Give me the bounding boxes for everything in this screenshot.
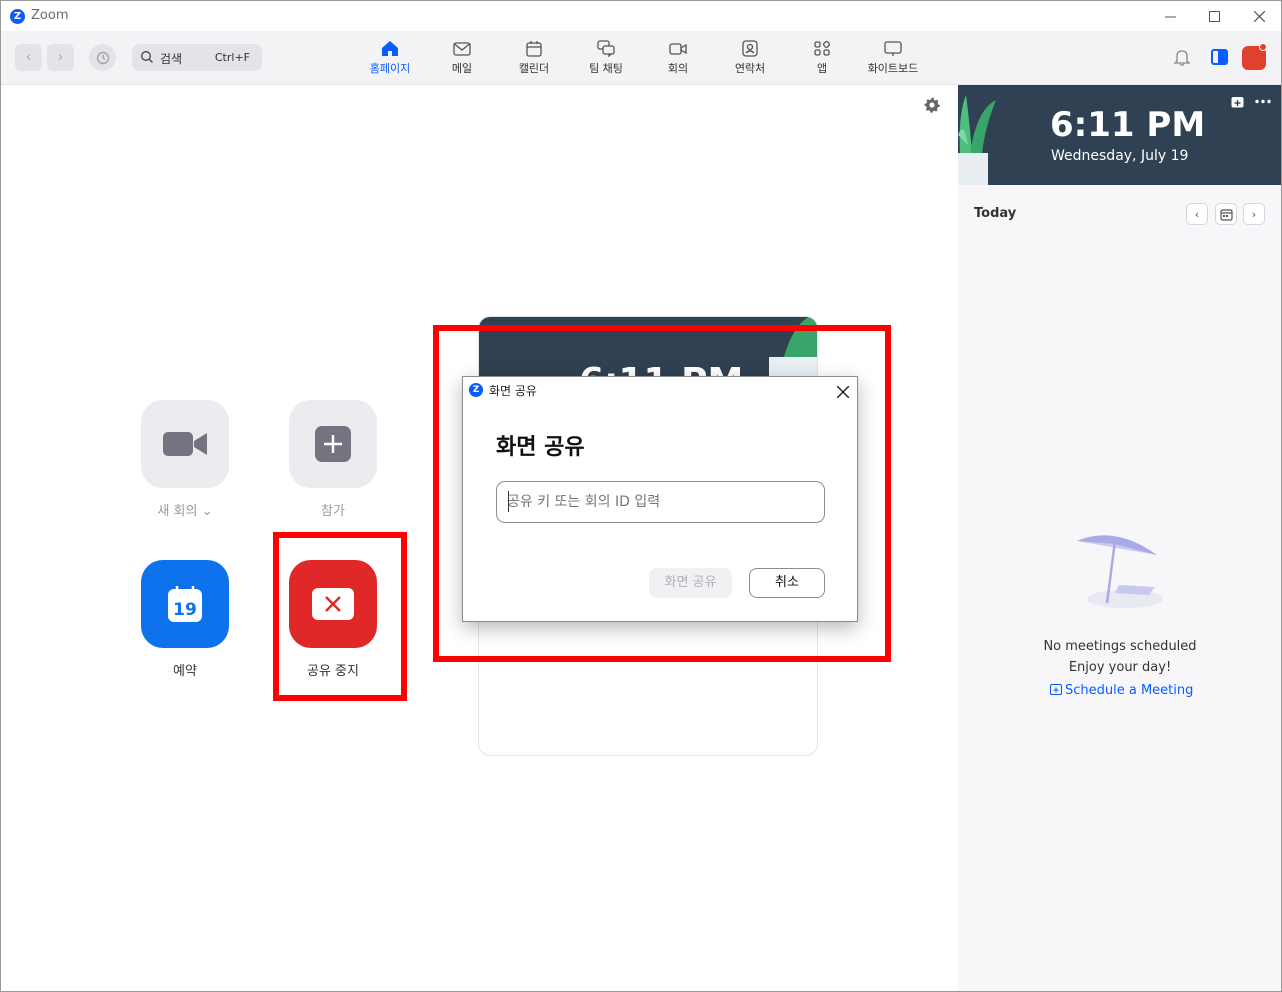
gear-icon[interactable] bbox=[923, 96, 941, 114]
chat-icon bbox=[597, 40, 615, 57]
tab-home[interactable]: 홈페이지 bbox=[360, 40, 420, 80]
close-icon bbox=[836, 385, 850, 399]
add-calendar-icon[interactable] bbox=[1231, 95, 1244, 108]
new-meeting-button[interactable]: 새 회의 ⌄ bbox=[141, 400, 229, 519]
close-icon bbox=[1253, 10, 1265, 22]
zoom-logo-icon: Z bbox=[10, 9, 25, 24]
more-icon[interactable] bbox=[1255, 99, 1271, 104]
history-icon bbox=[96, 51, 109, 64]
tab-calendar[interactable]: 캘린더 bbox=[504, 40, 564, 80]
new-meeting-label: 새 회의 ⌄ bbox=[157, 504, 213, 519]
video-camera-icon bbox=[163, 432, 207, 456]
tab-meetings[interactable]: 회의 bbox=[648, 40, 708, 80]
side-panel-toggle-button[interactable] bbox=[1211, 49, 1228, 65]
dialog-heading: 화면 공유 bbox=[496, 435, 585, 460]
enjoy-day-text: Enjoy your day! bbox=[1068, 660, 1172, 675]
contacts-icon bbox=[742, 40, 758, 57]
calendar-add-icon bbox=[1049, 683, 1063, 696]
cancel-button[interactable]: 취소 bbox=[749, 568, 825, 598]
history-button[interactable] bbox=[89, 44, 116, 71]
clock-date: Wednesday, July 19 bbox=[1051, 148, 1189, 164]
plus-icon bbox=[315, 426, 351, 462]
tab-label: 홈페이지 bbox=[369, 62, 411, 75]
clock-time: 6:11 PM bbox=[1050, 105, 1206, 145]
chevron-left-icon: ‹ bbox=[1194, 207, 1200, 221]
minimize-button[interactable] bbox=[1155, 5, 1185, 27]
window-title: Zoom bbox=[31, 8, 69, 23]
today-label: Today bbox=[974, 206, 1017, 221]
search-label: 검색 bbox=[160, 52, 183, 66]
clock-banner: 6:11 PM Wednesday, July 19 bbox=[958, 85, 1281, 185]
text-caret bbox=[508, 491, 509, 512]
tab-label: 앱 bbox=[816, 62, 828, 75]
tab-team-chat[interactable]: 팀 채팅 bbox=[576, 40, 636, 80]
chevron-left-icon: ‹ bbox=[25, 50, 32, 65]
apps-icon bbox=[814, 40, 831, 56]
tab-label: 팀 채팅 bbox=[589, 62, 623, 75]
video-icon bbox=[669, 43, 687, 55]
maximize-button[interactable] bbox=[1199, 5, 1229, 27]
whiteboard-icon bbox=[884, 41, 902, 56]
close-window-button[interactable] bbox=[1244, 5, 1274, 27]
share-key-input[interactable] bbox=[496, 481, 825, 523]
calendar-side-panel: 6:11 PM Wednesday, July 19 Today ‹ › No … bbox=[958, 85, 1281, 991]
notifications-bell-icon[interactable] bbox=[1173, 48, 1191, 67]
schedule-tile[interactable]: 19 bbox=[141, 560, 229, 648]
stop-share-highlight bbox=[273, 532, 407, 701]
title-bar: Z Zoom bbox=[1, 1, 1281, 31]
search-box[interactable]: 검색 Ctrl+F bbox=[132, 44, 262, 71]
new-meeting-tile[interactable] bbox=[141, 400, 229, 488]
previous-day-button[interactable]: ‹ bbox=[1186, 203, 1208, 225]
status-badge bbox=[1259, 43, 1267, 51]
minimize-icon bbox=[1164, 16, 1176, 17]
calendar-icon bbox=[526, 41, 542, 57]
join-button[interactable]: 참가 bbox=[289, 400, 377, 519]
tab-label: 메일 bbox=[451, 62, 473, 75]
home-icon bbox=[382, 41, 398, 56]
beach-umbrella-illustration bbox=[1077, 535, 1163, 608]
share-screen-dialog: Z 화면 공유 화면 공유 화면 공유 취소 bbox=[462, 376, 858, 622]
calendar-icon bbox=[1219, 208, 1233, 221]
search-shortcut: Ctrl+F bbox=[214, 51, 250, 64]
tab-whiteboard[interactable]: 화이트보드 bbox=[863, 40, 923, 80]
tab-mail[interactable]: 메일 bbox=[432, 40, 492, 80]
share-screen-button[interactable]: 화면 공유 bbox=[649, 568, 732, 598]
search-icon bbox=[141, 51, 153, 63]
mail-icon bbox=[453, 42, 471, 56]
main-toolbar: ‹ › 검색 Ctrl+F 홈페이지 메일 캘린더 팀 채팅 회의 연락처 앱 … bbox=[1, 31, 1281, 85]
no-meetings-text: No meetings scheduled bbox=[1043, 639, 1197, 654]
tab-label: 연락처 bbox=[734, 62, 766, 75]
calendar-day: 19 bbox=[173, 600, 197, 620]
calendar-icon: 19 bbox=[168, 586, 202, 622]
zoom-logo-icon: Z bbox=[469, 383, 483, 397]
maximize-icon bbox=[1208, 10, 1220, 22]
back-button[interactable]: ‹ bbox=[15, 44, 42, 71]
schedule-meeting-link[interactable]: Schedule a Meeting bbox=[1049, 683, 1194, 698]
schedule-meeting-label: Schedule a Meeting bbox=[1065, 683, 1194, 698]
tab-label: 회의 bbox=[667, 62, 689, 75]
tab-apps[interactable]: 앱 bbox=[792, 40, 852, 80]
chevron-right-icon: › bbox=[1251, 207, 1257, 221]
tab-contacts[interactable]: 연락처 bbox=[720, 40, 780, 80]
next-day-button[interactable]: › bbox=[1243, 203, 1265, 225]
dialog-title: 화면 공유 bbox=[489, 384, 537, 398]
plant-icon bbox=[958, 95, 996, 185]
dialog-close-button[interactable] bbox=[836, 380, 850, 402]
forward-button[interactable]: › bbox=[47, 44, 74, 71]
chevron-right-icon: › bbox=[57, 50, 64, 65]
tab-label: 화이트보드 bbox=[867, 62, 919, 75]
join-tile[interactable] bbox=[289, 400, 377, 488]
schedule-button[interactable]: 19 예약 bbox=[141, 560, 229, 679]
join-label: 참가 bbox=[321, 504, 345, 519]
home-main: 6:11 PM 새 회의 ⌄ 참가 19 예약 bbox=[1, 85, 958, 991]
tab-label: 캘린더 bbox=[518, 62, 550, 75]
zoom-window: Z Zoom ‹ › 검색 Ctrl+F 홈페이지 메일 캘린더 팀 채팅 회의… bbox=[0, 0, 1282, 992]
calendar-picker-button[interactable] bbox=[1215, 203, 1237, 225]
schedule-label: 예약 bbox=[173, 664, 197, 679]
chevron-down-icon[interactable]: ⌄ bbox=[202, 504, 213, 519]
